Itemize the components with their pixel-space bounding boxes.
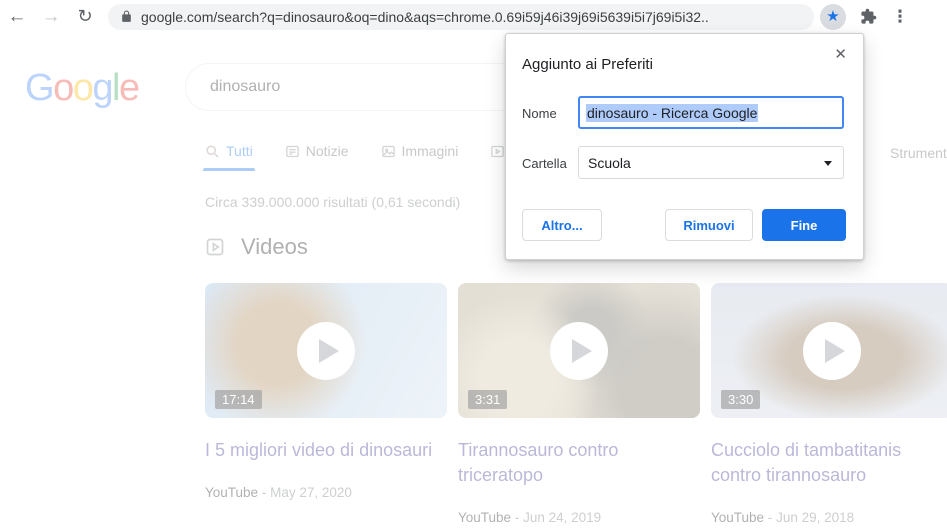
search-icon <box>205 144 220 159</box>
forward-icon[interactable]: → <box>34 3 68 31</box>
meta-separator: - <box>262 485 267 500</box>
close-icon[interactable]: ✕ <box>832 43 849 65</box>
address-bar[interactable]: google.com/search?q=dinosauro&oq=dino&aq… <box>108 4 814 30</box>
reload-icon[interactable]: ↻ <box>68 3 102 31</box>
video-thumbnail[interactable]: 3:31 <box>458 283 700 418</box>
video-cards: 17:14 I 5 migliori video di dinosauri Yo… <box>205 283 947 525</box>
results-stats: Circa 339.000.000 risultati (0,61 second… <box>205 194 460 210</box>
star-icon: ★ <box>826 9 839 24</box>
tab-immagini[interactable]: Immagini <box>381 143 459 171</box>
logo-letter: o <box>73 67 93 109</box>
videos-header-label: Videos <box>241 234 308 260</box>
play-icon <box>297 322 355 380</box>
video-thumbnail[interactable]: 3:30 <box>711 283 947 418</box>
video-date: Jun 29, 2018 <box>776 510 854 525</box>
video-meta: YouTube - Jun 29, 2018 <box>711 510 947 525</box>
video-card: 3:31 Tirannosauro contro triceratopo You… <box>458 283 700 525</box>
dialog-title: Aggiunto ai Preferiti <box>522 56 653 73</box>
lock-icon <box>120 10 133 23</box>
video-title[interactable]: Cucciolo di tambatitanis contro tirannos… <box>711 438 947 488</box>
url-text: google.com/search?q=dinosauro&oq=dino&aq… <box>141 9 709 25</box>
meta-separator: - <box>515 510 520 525</box>
video-source: YouTube <box>458 510 511 525</box>
tab-tutti[interactable]: Tutti <box>205 143 253 171</box>
puzzle-icon <box>860 8 877 25</box>
play-icon <box>803 322 861 380</box>
search-query-text: dinosauro <box>210 78 280 96</box>
remove-button[interactable]: Rimuovi <box>665 209 753 241</box>
tab-label: Notizie <box>306 143 349 159</box>
duration-badge: 3:31 <box>468 390 507 409</box>
chrome-menu-icon[interactable]: ⋮ <box>891 7 909 27</box>
chevron-down-icon <box>824 161 832 166</box>
browser-toolbar: ← → ↻ google.com/search?q=dinosauro&oq=d… <box>0 0 947 33</box>
videos-section-header: Videos <box>205 234 308 260</box>
back-icon[interactable]: ← <box>0 3 34 31</box>
video-icon <box>490 144 505 159</box>
tab-label: Immagini <box>402 143 459 159</box>
logo-letter: e <box>119 67 139 109</box>
videos-icon <box>205 237 225 257</box>
bookmark-star-button[interactable]: ★ <box>820 4 846 30</box>
video-title[interactable]: I 5 migliori video di dinosauri <box>205 438 447 463</box>
video-card: 3:30 Cucciolo di tambatitanis contro tir… <box>711 283 947 525</box>
tab-label: Tutti <box>226 143 253 159</box>
done-button[interactable]: Fine <box>762 209 846 241</box>
video-meta: YouTube - Jun 24, 2019 <box>458 510 700 525</box>
more-button[interactable]: Altro... <box>522 209 602 241</box>
logo-letter: o <box>53 67 73 109</box>
bookmark-dialog: Aggiunto ai Preferiti ✕ Nome dinosauro -… <box>505 33 864 260</box>
video-title[interactable]: Tirannosauro contro triceratopo <box>458 438 700 488</box>
video-date: May 27, 2020 <box>270 485 352 500</box>
video-meta: YouTube - May 27, 2020 <box>205 485 447 500</box>
tab-strumenti[interactable]: Strumenti <box>890 145 947 161</box>
video-source: YouTube <box>711 510 764 525</box>
tab-notizie[interactable]: Notizie <box>285 143 349 171</box>
video-card: 17:14 I 5 migliori video di dinosauri Yo… <box>205 283 447 525</box>
folder-select[interactable]: Scuola <box>578 146 844 179</box>
news-icon <box>285 144 300 159</box>
bookmark-name-input[interactable]: dinosauro - Ricerca Google <box>578 96 844 129</box>
video-source: YouTube <box>205 485 258 500</box>
name-label: Nome <box>522 106 557 121</box>
bookmark-name-value: dinosauro - Ricerca Google <box>586 104 758 122</box>
duration-badge: 3:30 <box>721 390 760 409</box>
google-logo: Google <box>25 67 139 110</box>
meta-separator: - <box>768 510 773 525</box>
video-thumbnail[interactable]: 17:14 <box>205 283 447 418</box>
logo-letter: l <box>112 67 119 109</box>
logo-letter: g <box>92 67 112 109</box>
video-date: Jun 24, 2019 <box>523 510 601 525</box>
logo-letter: G <box>25 67 53 109</box>
duration-badge: 17:14 <box>215 390 262 409</box>
folder-selected-value: Scuola <box>588 155 631 171</box>
extensions-button[interactable] <box>860 8 877 25</box>
folder-label: Cartella <box>522 156 567 171</box>
image-icon <box>381 144 396 159</box>
play-icon <box>550 322 608 380</box>
